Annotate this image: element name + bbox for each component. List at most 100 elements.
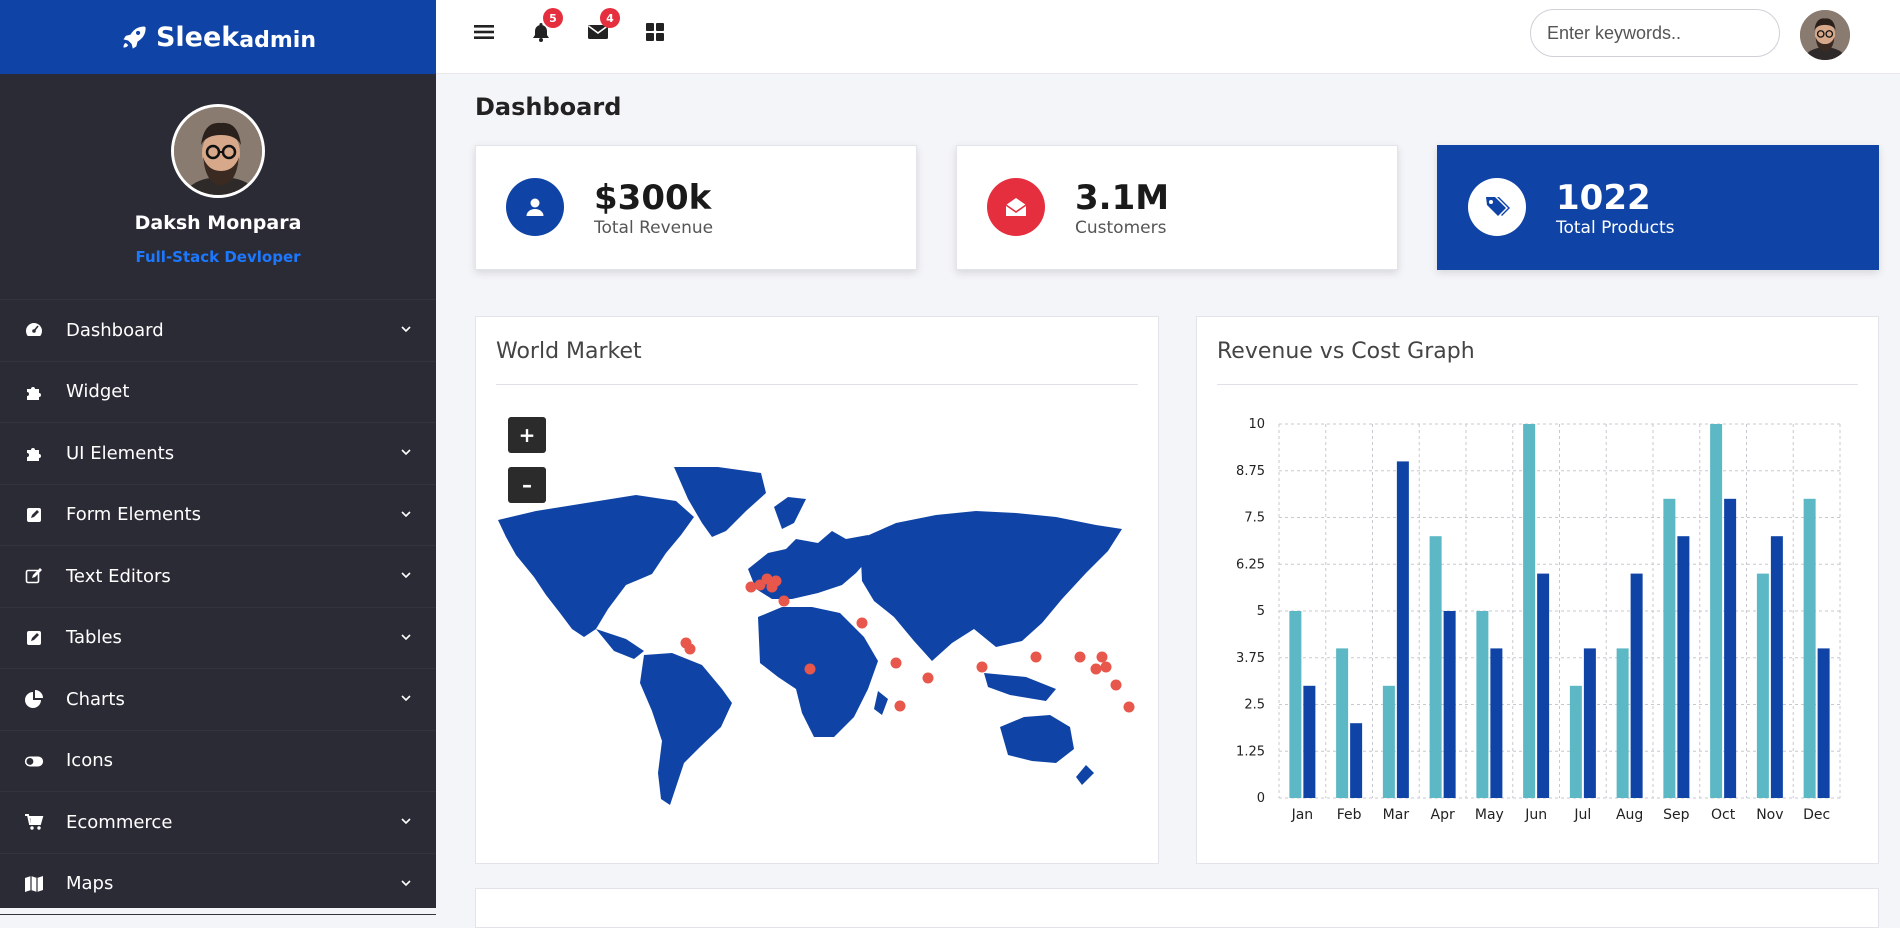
x-tick-label: Oct — [1711, 807, 1736, 823]
brand-name: Sleek — [155, 21, 240, 53]
sidebar-item-ecommerce[interactable]: Ecommerce — [0, 792, 436, 854]
stat-value: 1022 — [1556, 178, 1651, 218]
stat-label: Total Revenue — [594, 218, 714, 238]
x-tick-label: May — [1475, 807, 1504, 823]
edit-square-icon — [24, 505, 44, 525]
notifications-badge: 5 — [543, 8, 563, 28]
search-input[interactable] — [1530, 9, 1780, 57]
bottom-panel — [475, 888, 1879, 928]
sidebar-item-label: UI Elements — [66, 442, 175, 464]
avatar[interactable] — [171, 104, 265, 198]
chevron-down-icon — [401, 695, 411, 702]
bar — [1443, 611, 1456, 798]
x-tick-label: Nov — [1756, 807, 1783, 823]
bar — [1616, 648, 1629, 798]
bar — [1630, 573, 1643, 798]
rocket-icon — [123, 26, 146, 49]
sidebar-item-maps[interactable]: Maps — [0, 854, 436, 915]
y-tick-label: 2.5 — [1244, 698, 1265, 713]
profile-card: Daksh Monpara Full-Stack Devloper — [0, 74, 436, 300]
sidebar-item-label: Maps — [66, 873, 114, 895]
pencil-square-icon — [24, 566, 44, 586]
stat-value: 3.1M — [1075, 178, 1170, 218]
y-tick-label: 6.25 — [1236, 557, 1265, 572]
grid-icon — [646, 23, 664, 41]
bar — [1770, 536, 1783, 798]
profile-role[interactable]: Full-Stack Devloper — [135, 248, 300, 266]
sidebar-item-tables[interactable]: Tables — [0, 608, 436, 669]
world-map[interactable] — [476, 317, 1160, 865]
bar — [1817, 648, 1830, 798]
y-tick-label: 1.25 — [1236, 744, 1265, 759]
sidebar-item-dashboard[interactable]: Dashboard — [0, 300, 436, 362]
chevron-down-icon — [401, 572, 411, 579]
sidebar-item-form-elements[interactable]: Form Elements — [0, 485, 436, 546]
stat-card-products[interactable]: 1022 Total Products — [1437, 145, 1879, 270]
sidebar-item-widget[interactable]: Widget — [0, 362, 436, 423]
envelope-open-icon — [987, 178, 1045, 236]
sidebar-item-label: Charts — [66, 688, 125, 710]
map-icon — [24, 874, 44, 894]
brand[interactable]: Sleek admin — [0, 0, 436, 74]
sidebar-item-label: Tables — [66, 627, 122, 649]
y-tick-label: 3.75 — [1236, 651, 1265, 666]
dashboard-icon — [24, 320, 44, 340]
x-tick-label: Feb — [1337, 807, 1362, 823]
world-market-panel: World Market + – — [475, 316, 1159, 864]
sidebar-item-text-editors[interactable]: Text Editors — [0, 546, 436, 608]
bar — [1476, 611, 1489, 798]
sidebar-item-label: Widget — [66, 381, 130, 403]
bar — [1537, 573, 1550, 798]
chevron-down-icon — [401, 633, 411, 640]
stat-label: Customers — [1075, 218, 1167, 238]
chevron-down-icon — [401, 510, 411, 517]
bar — [1724, 498, 1737, 798]
stat-card-revenue[interactable]: $300k Total Revenue — [475, 145, 917, 270]
x-tick-label: Mar — [1383, 807, 1410, 823]
messages-badge: 4 — [600, 8, 620, 28]
y-tick-label: 8.75 — [1236, 464, 1265, 479]
bar — [1756, 573, 1769, 798]
bar — [1803, 498, 1816, 798]
y-tick-label: 5 — [1257, 604, 1265, 619]
menu-toggle-button[interactable] — [470, 18, 498, 46]
user-avatar[interactable] — [1800, 10, 1850, 60]
revenue-chart-panel: Revenue vs Cost Graph 0 1.25 2.5 3.75 5 6.25 7… — [1196, 316, 1879, 864]
stat-label: Total Products — [1556, 218, 1675, 238]
bar — [1350, 723, 1363, 798]
chevron-down-icon — [401, 326, 411, 333]
sidebar-item-label: Ecommerce — [66, 811, 173, 833]
avatar-image — [1800, 10, 1850, 60]
sidebar-item-label: Text Editors — [66, 565, 171, 587]
pie-chart-icon — [24, 689, 44, 709]
revenue-cost-bar-chart: 0 1.25 2.5 3.75 5 6.25 7.5 8.75 10 Jan Feb Mar Apr Ma… — [1236, 417, 1841, 823]
brand-suffix: admin — [239, 27, 316, 53]
x-tick-label: Aug — [1616, 807, 1643, 823]
messages-button[interactable]: 4 — [584, 8, 620, 46]
puzzle-icon — [24, 382, 44, 402]
stat-card-customers[interactable]: 3.1M Customers — [956, 145, 1398, 270]
user-icon — [506, 178, 564, 236]
sidebar-item-icons[interactable]: Icons — [0, 731, 436, 792]
bar — [1336, 648, 1349, 798]
apps-button[interactable] — [641, 18, 669, 46]
avatar-image — [174, 107, 262, 195]
bar — [1289, 611, 1302, 798]
bar — [1677, 536, 1690, 798]
puzzle-icon — [24, 443, 44, 463]
sidebar-item-charts[interactable]: Charts — [0, 669, 436, 731]
notifications-button[interactable]: 5 — [527, 8, 563, 46]
sidebar-item-ui-elements[interactable]: UI Elements — [0, 423, 436, 485]
cart-icon — [24, 812, 44, 832]
bar — [1429, 536, 1442, 798]
x-tick-label: Jan — [1291, 807, 1314, 823]
sidebar: Sleek admin Daksh Monpara Full-Stack Dev… — [0, 0, 436, 915]
stat-value: $300k — [594, 178, 712, 218]
page-title: Dashboard — [475, 93, 622, 121]
y-tick-label: 10 — [1248, 417, 1265, 432]
x-tick-label: Jun — [1524, 807, 1547, 823]
bar — [1523, 424, 1536, 798]
sidebar-nav: Dashboard Widget UI Elements Form Elemen… — [0, 300, 436, 915]
y-tick-label: 0 — [1257, 791, 1265, 806]
sidebar-item-label: Dashboard — [66, 319, 164, 341]
